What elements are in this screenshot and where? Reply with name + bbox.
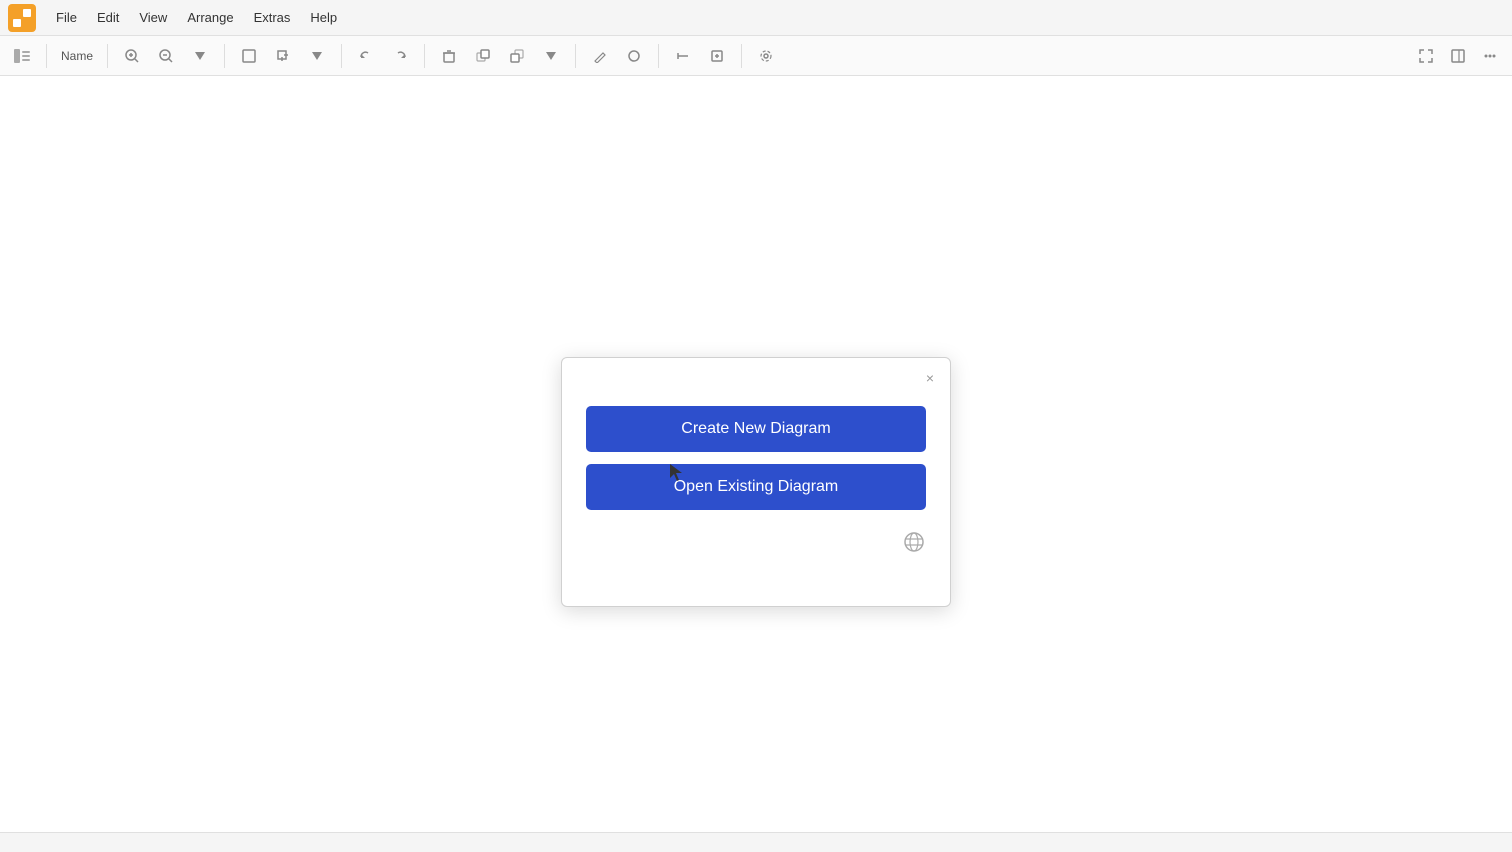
menu-edit[interactable]: Edit	[89, 6, 127, 29]
dialog-footer	[586, 530, 926, 554]
toolbar-reset-view[interactable]	[269, 42, 297, 70]
dialog: × Create New Diagram Open Existing Diagr…	[561, 357, 951, 607]
toolbar-zoom-out[interactable]	[152, 42, 180, 70]
toolbar-sep-5	[424, 44, 425, 68]
toolbar-group-nav	[8, 42, 36, 70]
toolbar-delete[interactable]	[435, 42, 463, 70]
toolbar-pencil[interactable]	[586, 42, 614, 70]
open-existing-diagram-button[interactable]: Open Existing Diagram	[586, 464, 926, 510]
toolbar-zoom-dropdown[interactable]	[186, 42, 214, 70]
toolbar-dropdown-2[interactable]	[303, 42, 331, 70]
toolbar-to-back[interactable]	[503, 42, 531, 70]
toolbar-fullscreen[interactable]	[1412, 42, 1440, 70]
app-logo	[8, 4, 36, 32]
toolbar-settings[interactable]	[752, 42, 780, 70]
menu-view[interactable]: View	[131, 6, 175, 29]
toolbar-sep-2	[107, 44, 108, 68]
toolbar-more[interactable]	[1476, 42, 1504, 70]
toolbar-sep-3	[224, 44, 225, 68]
menu-extras[interactable]: Extras	[246, 6, 299, 29]
toolbar: Name	[0, 36, 1512, 76]
toolbar-sep-7	[658, 44, 659, 68]
menu-file[interactable]: File	[48, 6, 85, 29]
toolbar-fit-page[interactable]	[235, 42, 263, 70]
toolbar-to-front[interactable]	[469, 42, 497, 70]
toolbar-sep-6	[575, 44, 576, 68]
canvas-area: × Create New Diagram Open Existing Diagr…	[0, 76, 1512, 832]
toolbar-sep-8	[741, 44, 742, 68]
create-new-diagram-button[interactable]: Create New Diagram	[586, 406, 926, 452]
language-globe-icon[interactable]	[902, 530, 926, 554]
toolbar-shapes[interactable]	[620, 42, 648, 70]
toolbar-add-page[interactable]	[703, 42, 731, 70]
toolbar-dropdown-3[interactable]	[537, 42, 565, 70]
dialog-close-button[interactable]: ×	[920, 368, 940, 388]
menu-arrange[interactable]: Arrange	[179, 6, 241, 29]
menu-bar: File Edit View Arrange Extras Help	[0, 0, 1512, 36]
toolbar-name-label: Name	[57, 49, 97, 63]
modal-overlay: × Create New Diagram Open Existing Diagr…	[0, 152, 1512, 812]
toolbar-zoom-in[interactable]	[118, 42, 146, 70]
toolbar-format-panel[interactable]	[1444, 42, 1472, 70]
toolbar-redo[interactable]	[386, 42, 414, 70]
menu-help[interactable]: Help	[302, 6, 345, 29]
toolbar-sep-4	[341, 44, 342, 68]
toolbar-sep-1	[46, 44, 47, 68]
toolbar-sidebar-toggle[interactable]	[8, 42, 36, 70]
toolbar-waypoint[interactable]	[669, 42, 697, 70]
toolbar-undo[interactable]	[352, 42, 380, 70]
status-bar	[0, 832, 1512, 852]
